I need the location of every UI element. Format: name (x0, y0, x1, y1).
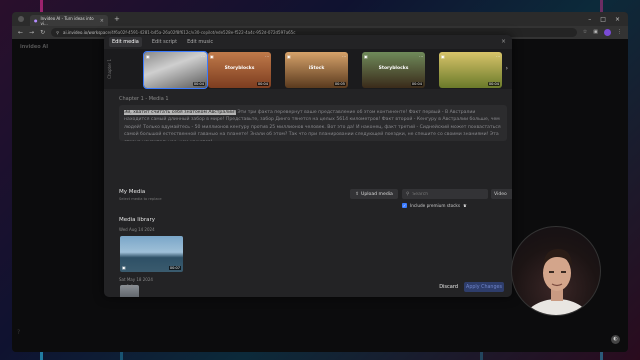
browser-menu-icon[interactable]: ⋮ (617, 29, 622, 36)
profile-avatar[interactable] (604, 29, 611, 36)
library-item[interactable]: ▣ 00:07 (120, 236, 183, 272)
dialog-tabs: Edit media Edit script Edit music × (104, 35, 512, 49)
library-date: Sat May 18 2024 (119, 277, 153, 282)
thumb-duration: 00:04 (487, 82, 500, 86)
thumb-menu-icon[interactable]: ⋯ (201, 54, 205, 59)
upload-media-button[interactable]: ⇪ Upload media (350, 189, 398, 199)
version-label: v2.0 (124, 284, 134, 289)
chat-support-icon[interactable]: ◐ (611, 335, 620, 344)
media-thumb[interactable]: ▣ ⋯ 00:04 (143, 51, 208, 89)
thumb-menu-icon[interactable]: ⋯ (496, 54, 500, 59)
media-library-title: Media library (119, 217, 155, 223)
chevron-right-icon[interactable]: › (506, 65, 508, 72)
media-thumb[interactable]: ▣ ⋯ Storyblocks 00:04 (208, 52, 271, 88)
discard-button[interactable]: Discard (439, 284, 458, 290)
camera-icon: ▣ (210, 54, 214, 59)
bookmark-star-icon[interactable]: ☆ (583, 29, 587, 36)
media-thumb[interactable]: ▣ ⋯ Storyblocks 00:04 (362, 52, 425, 88)
search-input[interactable] (412, 191, 483, 197)
library-item-duration: 00:07 (168, 266, 181, 270)
camera-icon: ▣ (287, 54, 291, 59)
thumb-menu-icon[interactable]: ⋯ (419, 54, 423, 59)
tab-edit-music[interactable]: Edit music (187, 39, 213, 45)
thumb-label: Storyblocks (224, 66, 255, 71)
tab-title: Invideo AI - Turn ideas into vi... (40, 15, 94, 26)
camera-icon: ▣ (441, 54, 445, 59)
thumb-duration: 00:05 (333, 82, 346, 86)
media-strip: Chapter 1 ▣ ⋯ 00:04 ▣ ⋯ Storyblocks 00:0… (104, 49, 512, 89)
tab-close-icon[interactable]: × (100, 18, 104, 24)
forward-arrow-icon[interactable]: → (29, 29, 34, 36)
script-highlight: Эй, хватит считать себя знатоком Австрал… (124, 110, 236, 115)
maximize-icon[interactable]: □ (600, 16, 606, 23)
edit-media-dialog: Edit media Edit script Edit music × Chap… (104, 35, 512, 297)
webcam-overlay (511, 226, 601, 316)
camera-icon: ▣ (146, 54, 150, 59)
site-info-icon[interactable]: ⚲ (56, 30, 59, 35)
my-media-title: My Media (119, 189, 146, 195)
my-media-subtitle: Select media to replace (119, 197, 162, 201)
extensions-icon[interactable]: ▣ (593, 29, 598, 36)
upload-icon: ⇪ (355, 191, 359, 197)
browser-tab[interactable]: ● Invideo AI - Turn ideas into vi... × (30, 15, 108, 26)
script-text[interactable]: Эй, хватит считать себя знатоком Австрал… (119, 105, 507, 141)
apply-changes-button[interactable]: Apply Changes (464, 282, 504, 292)
thumb-duration: 00:04 (410, 82, 423, 86)
premium-toggle[interactable]: ✓ Include premium stocks ♛ (402, 203, 467, 208)
thumb-menu-icon[interactable]: ⋯ (342, 54, 346, 59)
premium-checkbox[interactable]: ✓ (402, 203, 407, 208)
tab-edit-script[interactable]: Edit script (152, 39, 177, 45)
chapter-label: Chapter 1 - Media 1 (119, 96, 169, 102)
new-tab-button[interactable]: + (114, 15, 120, 23)
upload-label: Upload media (360, 191, 393, 197)
camera-icon: ▣ (364, 54, 368, 59)
media-thumb[interactable]: ▣ ⋯ 00:04 (439, 52, 502, 88)
thumb-menu-icon[interactable]: ⋯ (265, 54, 269, 59)
thumb-duration: 00:04 (192, 82, 205, 86)
tab-favicon-icon: ● (34, 18, 38, 23)
thumb-duration: 00:04 (256, 82, 269, 86)
crown-icon: ♛ (463, 203, 467, 208)
media-type-value: Video (494, 191, 507, 197)
library-date: Wed Aug 14 2024 (119, 227, 155, 232)
presenter-image (524, 249, 590, 315)
media-thumb[interactable]: ▣ ⋯ iStock 00:05 (285, 52, 348, 88)
minimize-icon[interactable]: – (588, 16, 591, 23)
search-field[interactable]: ⚲ (402, 189, 488, 199)
thumb-label: iStock (308, 66, 325, 71)
search-icon: ⚲ (406, 191, 410, 197)
close-icon[interactable]: × (501, 38, 506, 45)
window-menu-icon[interactable] (18, 16, 24, 22)
thumb-label: Storyblocks (378, 66, 409, 71)
close-window-icon[interactable]: × (615, 16, 620, 23)
strip-chapter-label: Chapter 1 (107, 59, 112, 79)
reload-icon[interactable]: ↻ (40, 29, 45, 36)
back-arrow-icon[interactable]: ← (18, 29, 23, 36)
apply-label: Apply Changes (466, 284, 502, 290)
media-type-select[interactable]: Video ▾ (491, 189, 512, 199)
browser-tabbar: ● Invideo AI - Turn ideas into vi... × +… (12, 12, 628, 26)
premium-label: Include premium stocks (410, 203, 461, 208)
camera-icon: ▣ (122, 265, 126, 270)
tab-edit-media[interactable]: Edit media (109, 37, 142, 47)
